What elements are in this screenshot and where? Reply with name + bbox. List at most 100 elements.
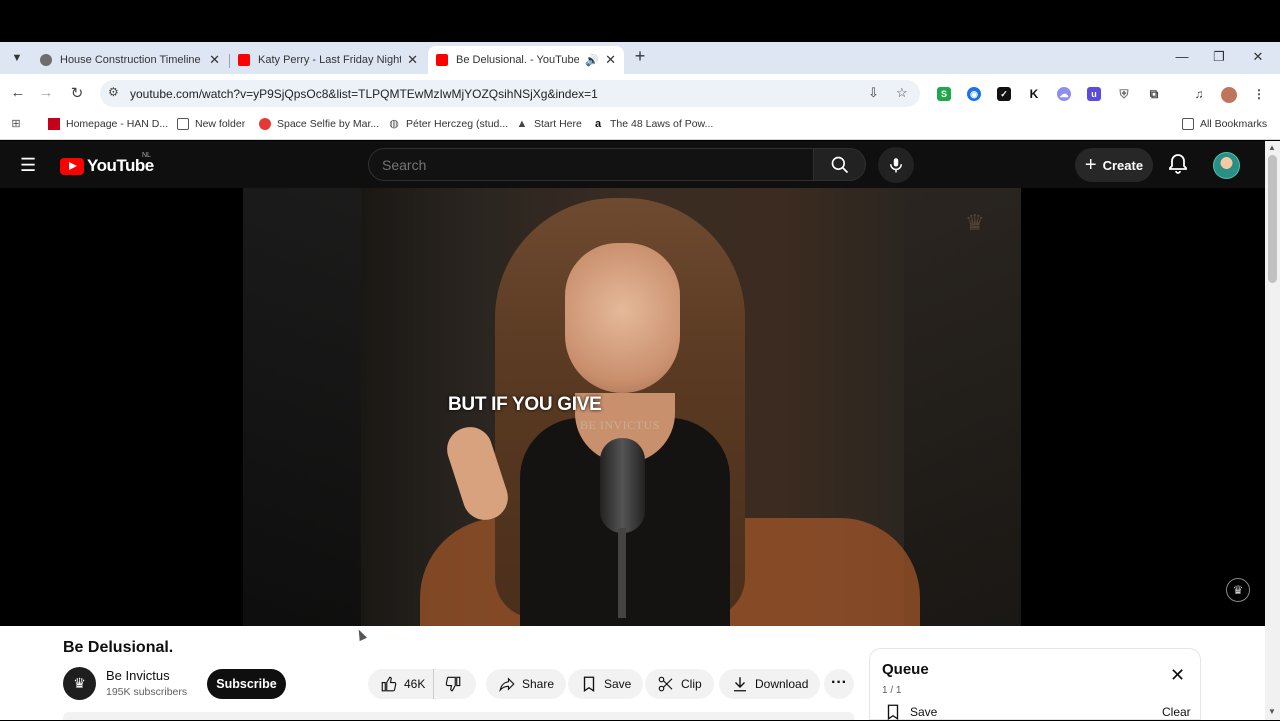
install-app-icon[interactable]: ⇩ — [868, 85, 879, 101]
like-button[interactable]: 46K — [368, 669, 435, 699]
thumbs-down-icon — [446, 676, 461, 692]
bookmark-label: New folder — [195, 118, 246, 130]
bookmark-start-here[interactable]: ▲ Start Here — [516, 118, 582, 130]
new-tab-button[interactable]: + — [631, 46, 649, 67]
bookmark-save-icon — [583, 676, 595, 693]
like-count: 46K — [404, 677, 426, 691]
tab-house-construction[interactable]: House Construction Timeline ✕ — [32, 46, 228, 74]
video-player[interactable]: BUT IF YOU GIVE BE INVICTUS ♛ ♛ — [0, 188, 1265, 626]
chatgpt-favicon-icon — [40, 54, 52, 66]
bookmark-save-icon — [887, 704, 899, 721]
queue-save-label: Save — [910, 705, 938, 719]
browser-menu-icon[interactable]: ⋮ — [1252, 87, 1266, 101]
page-scrollbar[interactable]: ▲ ▼ — [1265, 141, 1280, 720]
space-icon — [259, 118, 271, 130]
country-code: NL — [142, 152, 151, 159]
apps-grid-icon[interactable]: ⊞ — [10, 118, 28, 130]
clip-button[interactable]: Clip — [645, 669, 714, 699]
queue-save-button[interactable]: Save — [884, 703, 937, 721]
save-button[interactable]: Save — [568, 669, 644, 699]
youtube-logo[interactable]: YouTube — [60, 156, 154, 176]
extension-cloud-icon[interactable]: ☁ — [1057, 87, 1071, 101]
tab-search-button[interactable]: ▼ — [6, 48, 28, 68]
queue-clear-button[interactable]: Clear — [1162, 705, 1191, 719]
extension-shield-icon[interactable]: ⛨ — [1117, 87, 1131, 101]
dislike-button[interactable] — [434, 669, 474, 699]
video-background-left — [243, 188, 361, 626]
back-icon[interactable]: ← — [8, 84, 28, 101]
video-watermark: BE INVICTUS — [580, 418, 660, 432]
close-queue-icon[interactable]: ✕ — [1170, 665, 1185, 686]
triangle-icon: ▲ — [516, 118, 528, 130]
extension-check-icon[interactable]: ✓ — [997, 87, 1011, 101]
search-input[interactable] — [369, 149, 813, 180]
channel-branding-icon[interactable]: ♛ — [1226, 578, 1250, 602]
bookmark-space-selfie[interactable]: Space Selfie by Mar... — [259, 118, 379, 130]
globe-icon: ◍ — [389, 118, 399, 130]
video-caption: BUT IF YOU GIVE — [448, 394, 602, 415]
voice-search-button[interactable] — [878, 147, 914, 183]
speaker-icon[interactable]: 🔊 — [585, 54, 599, 67]
search-box[interactable] — [368, 148, 814, 181]
close-tab-icon[interactable]: ✕ — [209, 52, 220, 68]
video-title: Be Delusional. — [63, 639, 174, 656]
minimize-icon[interactable]: — — [1172, 49, 1192, 64]
more-actions-icon[interactable]: ··· — [824, 669, 854, 699]
search-icon — [831, 156, 848, 173]
account-avatar[interactable] — [1213, 152, 1240, 179]
extension-circle-icon[interactable]: ◉ — [967, 87, 981, 101]
bookmark-han[interactable]: Homepage - HAN D... — [48, 118, 168, 130]
create-button[interactable]: + Create — [1075, 148, 1153, 182]
channel-avatar[interactable]: ♛ — [63, 667, 96, 700]
thumbs-up-icon — [381, 676, 397, 692]
studio-microphone — [600, 438, 645, 533]
download-button[interactable]: Download — [719, 669, 821, 699]
reload-icon[interactable]: ↻ — [67, 84, 87, 102]
close-tab-icon[interactable]: ✕ — [605, 52, 616, 68]
share-button[interactable]: Share — [486, 669, 567, 699]
close-tab-icon[interactable]: ✕ — [407, 52, 418, 68]
like-dislike-group: 46K — [368, 669, 476, 699]
bookmark-peter-herczeg[interactable]: ◍ Péter Herczeg (stud... — [388, 118, 508, 130]
extension-u-icon[interactable]: u — [1087, 87, 1101, 101]
queue-panel: Queue 1 / 1 ✕ Save Clear — [869, 648, 1201, 721]
tab-title: Katy Perry - Last Friday Night (T — [258, 54, 402, 66]
bookmark-label: Space Selfie by Mar... — [277, 118, 380, 130]
bookmark-label: Homepage - HAN D... — [66, 118, 169, 130]
youtube-logo-text: YouTube — [87, 156, 154, 175]
media-control-icon[interactable]: ♫ — [1192, 87, 1206, 101]
bookmark-star-icon[interactable]: ☆ — [896, 85, 908, 101]
description-box[interactable] — [63, 712, 854, 720]
extension-k-icon[interactable]: K — [1027, 87, 1041, 101]
address-bar[interactable]: ⚙ youtube.com/watch?v=yP9SjQpsOc8&list=T… — [100, 80, 920, 107]
scroll-down-icon[interactable]: ▼ — [1268, 707, 1276, 716]
queue-title: Queue — [882, 661, 929, 678]
youtube-header: ☰ YouTube NL + Create — [0, 141, 1265, 188]
search-button[interactable] — [814, 148, 866, 181]
tab-be-delusional[interactable]: Be Delusional. - YouTube 🔊 ✕ — [428, 46, 624, 74]
site-info-icon[interactable]: ⚙ — [108, 85, 119, 99]
forward-icon[interactable]: → — [36, 84, 56, 101]
amazon-icon: a — [594, 118, 602, 130]
tab-title: Be Delusional. - YouTube — [456, 54, 580, 66]
scroll-up-icon[interactable]: ▲ — [1268, 143, 1276, 152]
channel-name[interactable]: Be Invictus — [106, 668, 170, 683]
scrollbar-thumb[interactable] — [1268, 155, 1277, 283]
tab-katy-perry[interactable]: Katy Perry - Last Friday Night (T ✕ — [230, 46, 426, 74]
subscribe-button[interactable]: Subscribe — [207, 669, 286, 699]
bookmark-48-laws[interactable]: a The 48 Laws of Pow... — [592, 118, 713, 130]
notifications-bell-icon[interactable] — [1166, 152, 1190, 176]
url-text[interactable]: youtube.com/watch?v=yP9SjQpsOc8&list=TLP… — [130, 87, 598, 101]
speaker-face — [565, 243, 680, 393]
scissors-icon — [658, 676, 673, 692]
close-window-icon[interactable]: ✕ — [1248, 49, 1268, 65]
restore-icon[interactable]: ❐ — [1209, 49, 1229, 65]
profile-avatar[interactable] — [1221, 87, 1237, 103]
all-bookmarks[interactable]: All Bookmarks — [1182, 118, 1267, 130]
download-icon — [734, 677, 746, 692]
menu-hamburger-icon[interactable]: ☰ — [20, 155, 36, 176]
bookmark-new-folder[interactable]: New folder — [177, 118, 245, 130]
extension-s-icon[interactable]: S — [937, 87, 951, 101]
bookmarks-bar: ⊞ Homepage - HAN D... New folder Space S… — [0, 112, 1280, 140]
extensions-puzzle-icon[interactable]: ⧉ — [1147, 87, 1161, 101]
